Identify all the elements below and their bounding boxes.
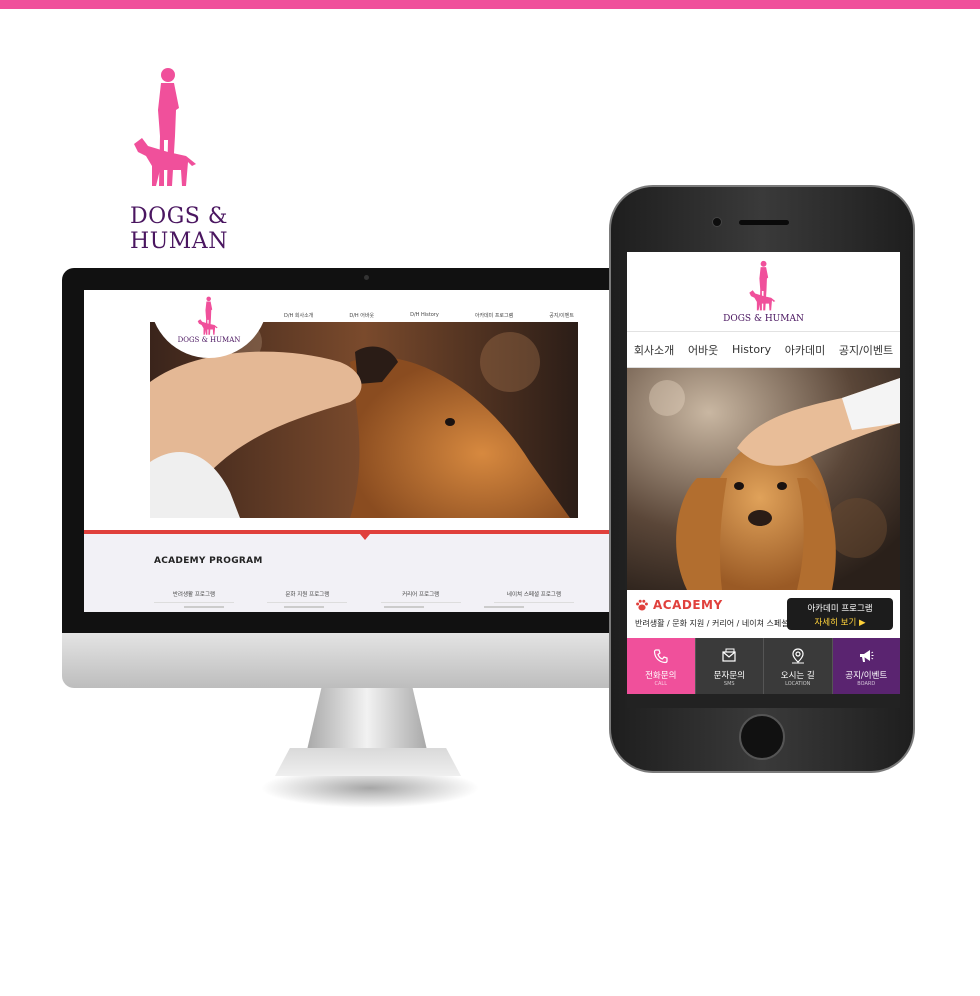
brand-name: DOGS & HUMAN bbox=[130, 204, 228, 254]
desktop-academy-section: ACADEMY PROGRAM 반려생활 프로그램 문화 지원 프로그램 커리어… bbox=[84, 534, 610, 612]
quick-sms-label: 문자문의 bbox=[713, 671, 745, 681]
mobile-footer-strip bbox=[627, 694, 900, 708]
academy-program-button-label: 아카데미 프로그램 bbox=[807, 604, 873, 614]
mobile-academy-banner: ACADEMY 반려생활 / 문화 지원 / 커리어 / 네이쳐 스페셜 아카데… bbox=[627, 590, 900, 638]
desktop-program-sublabel bbox=[384, 606, 424, 608]
brand-logo: DOGS & HUMAN bbox=[84, 62, 274, 254]
desktop-program-sublabel bbox=[284, 606, 324, 608]
desktop-divider-arrow bbox=[360, 534, 370, 540]
megaphone-icon bbox=[860, 650, 874, 662]
desktop-nav-item-history[interactable]: D/H History bbox=[410, 312, 439, 322]
desktop-logo-name: DOGS & HUMAN bbox=[177, 336, 241, 344]
monitor-stand-neck bbox=[307, 688, 427, 750]
desktop-program-sublabels bbox=[184, 606, 524, 608]
desktop-nav-item-about[interactable]: D/H 어바웃 bbox=[349, 312, 374, 322]
quick-sms-button[interactable]: 문자문의 SMS bbox=[695, 638, 764, 694]
mobile-academy-subtitle: 반려생활 / 문화 지원 / 커리어 / 네이쳐 스페셜 bbox=[635, 619, 789, 628]
quick-call-sublabel: CALL bbox=[654, 681, 667, 687]
mobile-quick-menu: 전화문의 CALL 문자문의 SMS 오시는 길 LOCATION 공지/이벤트… bbox=[627, 638, 900, 694]
message-icon bbox=[722, 648, 736, 662]
desktop-nav-item-notice[interactable]: 공지/이벤트 bbox=[549, 312, 574, 322]
academy-program-button[interactable]: 아카데미 프로그램 자세히 보기 ▶ bbox=[787, 598, 893, 630]
quick-location-sublabel: LOCATION bbox=[785, 681, 811, 687]
location-icon bbox=[791, 648, 804, 664]
phone-icon bbox=[653, 649, 668, 664]
mobile-nav-item-history[interactable]: History bbox=[732, 343, 771, 356]
desktop-academy-title: ACADEMY PROGRAM bbox=[154, 556, 263, 566]
mobile-nav-item-academy[interactable]: 아카데미 bbox=[785, 342, 825, 358]
mobile-phone: DOGS & HUMAN 회사소개 어바웃 History 아카데미 공지/이벤… bbox=[609, 185, 915, 773]
quick-location-label: 오시는 길 bbox=[780, 671, 815, 681]
quick-sms-sublabel: SMS bbox=[723, 681, 735, 687]
quick-call-label: 전화문의 bbox=[645, 671, 677, 681]
mobile-nav-item-about[interactable]: 어바웃 bbox=[688, 342, 718, 358]
mobile-academy-title: ACADEMY bbox=[653, 598, 723, 612]
quick-board-sublabel: BOARD bbox=[857, 681, 876, 687]
desktop-program-item[interactable]: 문화 지원 프로그램 bbox=[267, 590, 348, 603]
dog-human-silhouette-icon bbox=[197, 296, 218, 335]
mobile-screen: DOGS & HUMAN 회사소개 어바웃 History 아카데미 공지/이벤… bbox=[627, 252, 900, 708]
quick-call-button[interactable]: 전화문의 CALL bbox=[627, 638, 696, 694]
mobile-hero-image bbox=[627, 368, 900, 590]
mobile-nav-item-company[interactable]: 회사소개 bbox=[634, 342, 674, 358]
desktop-program-list: 반려생활 프로그램 문화 지원 프로그램 커리어 프로그램 네이쳐 스페셜 프로… bbox=[154, 590, 574, 603]
phone-camera-icon bbox=[712, 217, 722, 227]
mobile-nav-item-notice[interactable]: 공지/이벤트 bbox=[839, 342, 893, 358]
desktop-nav-item-company[interactable]: D/H 회사소개 bbox=[284, 312, 313, 322]
paw-icon bbox=[636, 599, 648, 611]
desktop-program-sublabel bbox=[184, 606, 224, 608]
desktop-program-sublabel bbox=[484, 606, 524, 608]
desktop-nav-item-academy[interactable]: 아카데미 프로그램 bbox=[475, 312, 513, 322]
top-accent-bar bbox=[0, 0, 980, 9]
phone-home-button[interactable] bbox=[739, 714, 785, 760]
dog-human-silhouette-icon bbox=[749, 260, 776, 311]
quick-location-button[interactable]: 오시는 길 LOCATION bbox=[764, 638, 833, 694]
mobile-nav: 회사소개 어바웃 History 아카데미 공지/이벤트 bbox=[627, 332, 900, 368]
desktop-monitor: DOGS & HUMAN D/H 회사소개 D/H 어바웃 D/H Histor… bbox=[62, 268, 622, 688]
phone-speaker bbox=[739, 220, 789, 225]
quick-board-label: 공지/이벤트 bbox=[845, 671, 888, 681]
mobile-logo-name: DOGS & HUMAN bbox=[723, 314, 804, 324]
monitor-chin bbox=[62, 633, 622, 688]
desktop-screen: DOGS & HUMAN D/H 회사소개 D/H 어바웃 D/H Histor… bbox=[84, 290, 610, 612]
desktop-program-item[interactable]: 커리어 프로그램 bbox=[380, 590, 461, 603]
mobile-header: DOGS & HUMAN bbox=[627, 252, 900, 332]
dog-human-silhouette-icon bbox=[134, 68, 196, 186]
quick-board-button[interactable]: 공지/이벤트 BOARD bbox=[832, 638, 900, 694]
monitor-camera-icon bbox=[364, 275, 369, 280]
monitor-stand-base bbox=[275, 748, 461, 776]
desktop-nav: D/H 회사소개 D/H 어바웃 D/H History 아카데미 프로그램 공… bbox=[284, 312, 574, 322]
academy-program-button-detail: 자세히 보기 ▶ bbox=[814, 618, 866, 628]
desktop-program-item[interactable]: 네이쳐 스페셜 프로그램 bbox=[493, 590, 574, 603]
desktop-program-item[interactable]: 반려생활 프로그램 bbox=[154, 590, 234, 603]
